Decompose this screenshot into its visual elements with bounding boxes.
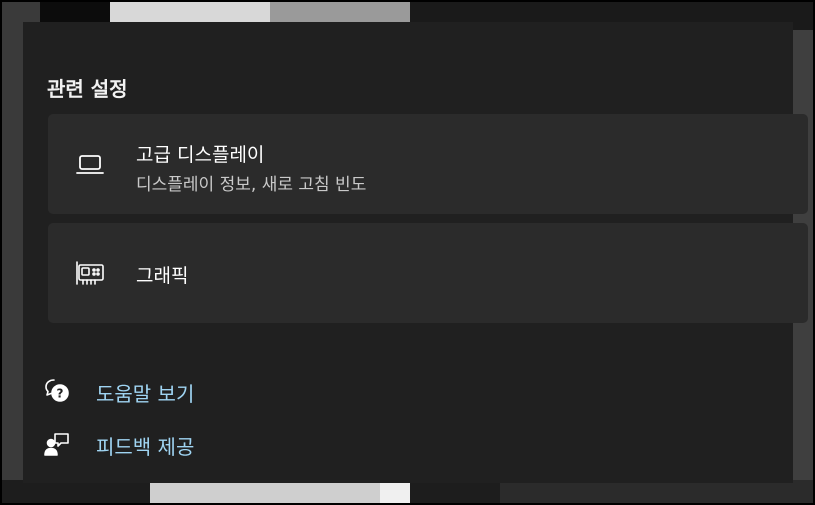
- card-title: 그래픽: [136, 265, 189, 287]
- give-feedback-link[interactable]: 피드백 제공: [96, 431, 194, 460]
- feedback-icon: [43, 430, 71, 458]
- graphics-card-icon: [74, 257, 106, 289]
- background-blur-block: [500, 480, 815, 505]
- section-title: 관련 설정: [47, 77, 128, 101]
- get-help-link[interactable]: 도움말 보기: [96, 378, 194, 407]
- card-subtitle: 디스플레이 정보, 새로 고침 빈도: [136, 175, 367, 195]
- card-title: 고급 디스플레이: [136, 144, 265, 166]
- background-blur-block: [380, 480, 410, 505]
- advanced-display-card[interactable]: 고급 디스플레이 디스플레이 정보, 새로 고침 빈도: [48, 114, 808, 214]
- laptop-icon: [74, 148, 106, 180]
- background-blur-block: [150, 480, 380, 505]
- svg-text:?: ?: [57, 387, 64, 401]
- related-settings-panel: 관련 설정 고급 디스플레이 디스플레이 정보, 새로 고침 빈도 그래픽 ? …: [23, 22, 808, 483]
- help-chat-icon: ?: [43, 377, 71, 405]
- graphics-card[interactable]: 그래픽: [48, 223, 808, 323]
